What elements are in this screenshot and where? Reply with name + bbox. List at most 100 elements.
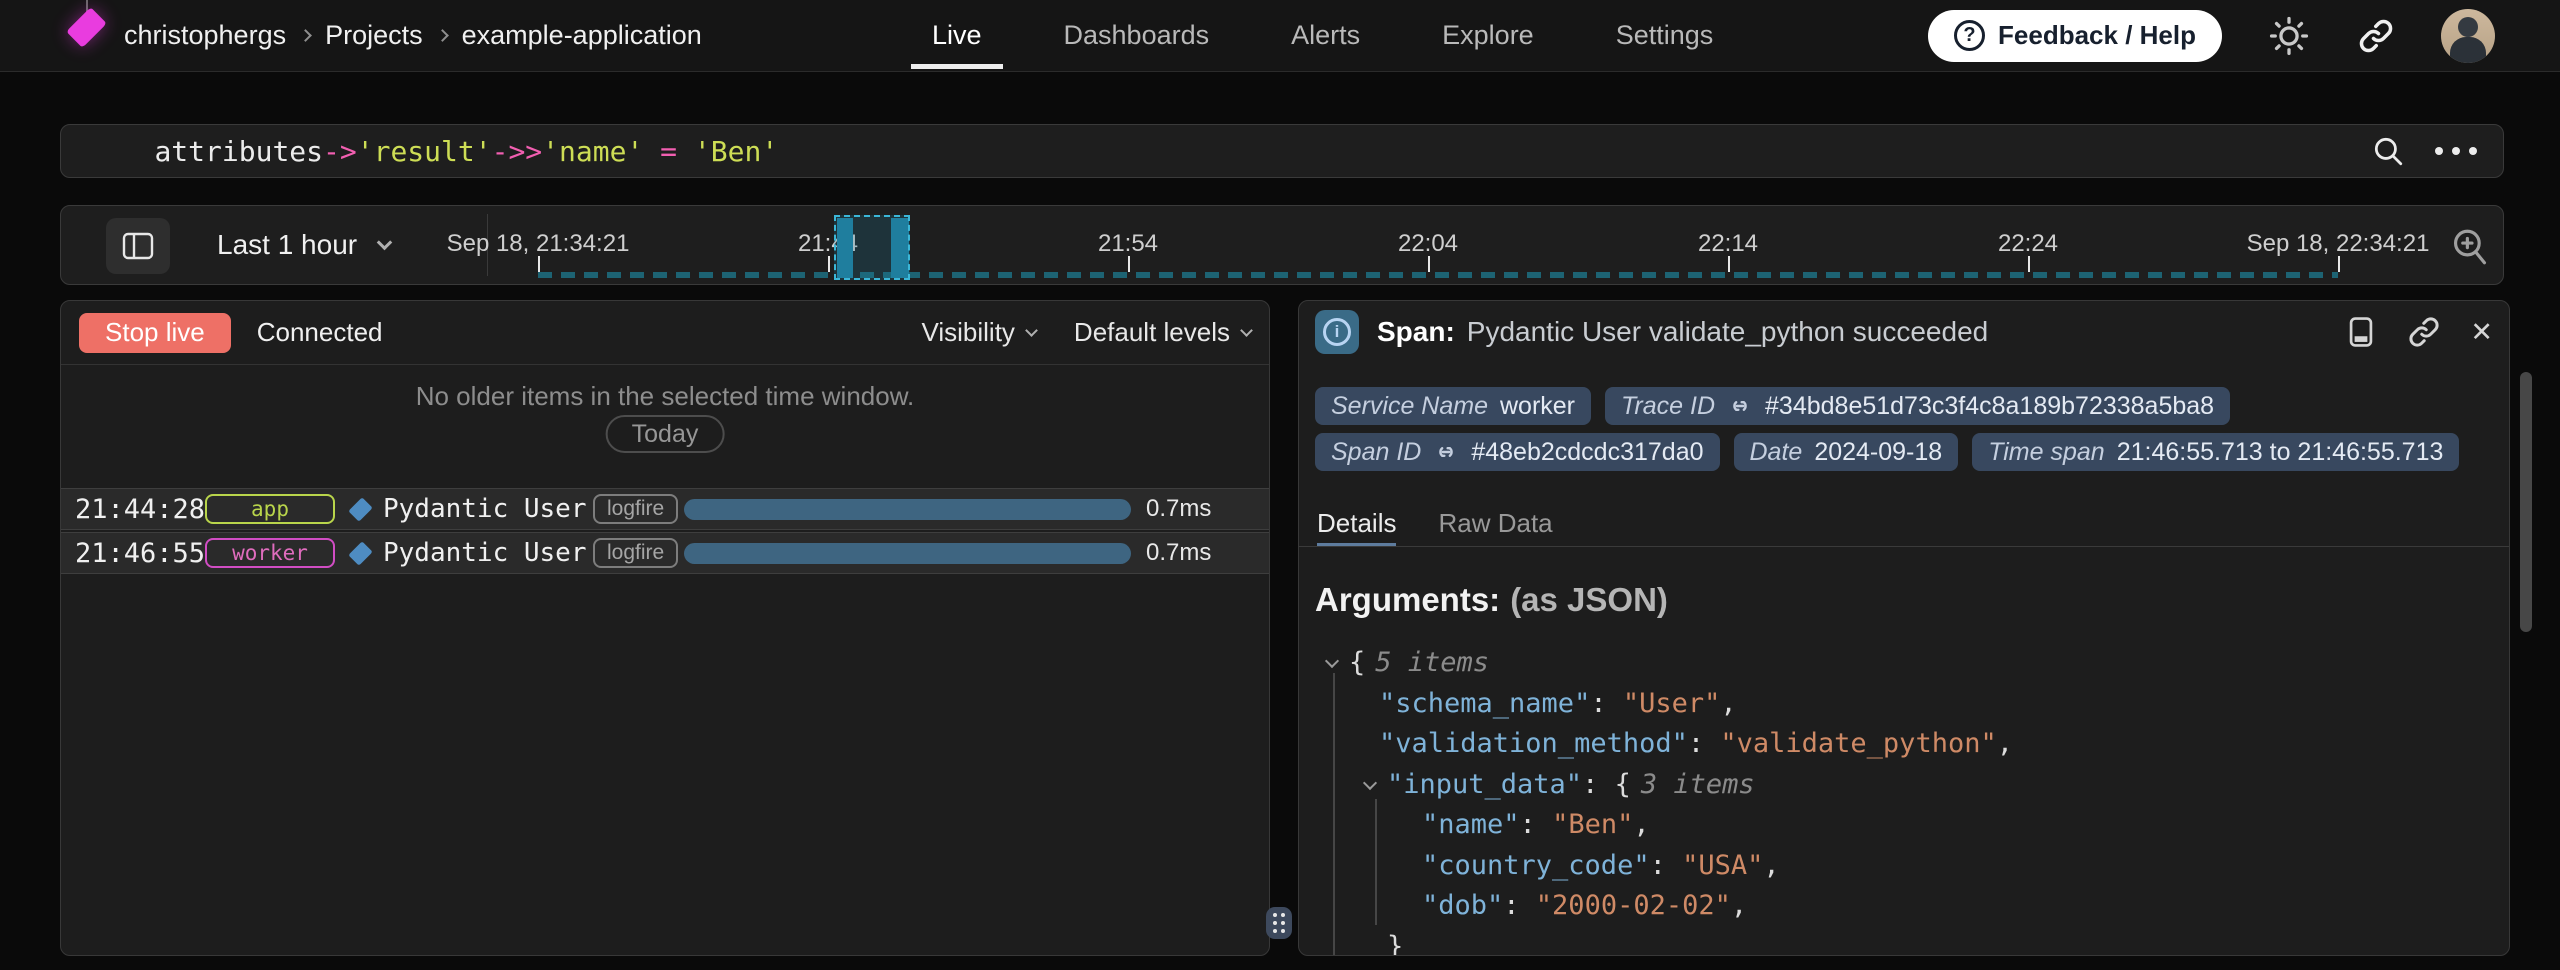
span-title: Pydantic User [383, 533, 587, 573]
query-expression: attributes->'result'->>'name' = 'Ben' [87, 102, 778, 201]
query-token: 'name' [542, 135, 643, 168]
copy-link-icon[interactable] [2406, 314, 2442, 350]
timeline-tick-label: 21:54 [1098, 230, 1158, 258]
theme-toggle-icon[interactable] [2267, 14, 2311, 58]
timeline-tick [538, 256, 540, 272]
span-row[interactable]: 21:46:55 worker Pydantic User logfire 0.… [61, 532, 1269, 574]
breadcrumb-org[interactable]: christophergs [124, 20, 286, 51]
scope-tag: logfire [593, 538, 678, 568]
query-token: -> [323, 135, 357, 168]
tab-explore[interactable]: Explore [1442, 20, 1534, 51]
breadcrumb-section[interactable]: Projects [325, 20, 423, 51]
panel-resize-handle[interactable] [1266, 907, 1292, 939]
span-meta-badges-row: Service Name worker Trace ID #34bd8e51d7… [1315, 387, 2493, 425]
timeline-bar: Last 1 hour Sep 18, 21:34:21 21:44 21:54… [60, 205, 2504, 285]
close-icon[interactable]: ✕ [2470, 319, 2493, 346]
stop-live-button[interactable]: Stop live [79, 313, 231, 353]
connection-status: Connected [257, 317, 383, 348]
time-span-badge: Time span 21:46:55.713 to 21:46:55.713 [1972, 433, 2459, 471]
date-badge: Date 2024-09-18 [1734, 433, 1959, 471]
info-icon: i [1315, 310, 1359, 354]
timeline-end-label: Sep 18, 22:34:21 [2247, 230, 2430, 258]
breadcrumb-separator-icon [299, 29, 312, 42]
top-bar: christophergs Projects example-applicati… [0, 0, 2560, 72]
live-view-panel: Stop live Connected Visibility Default l… [60, 300, 1270, 956]
span-row[interactable]: 21:44:28 app Pydantic User logfire 0.7ms [61, 488, 1269, 530]
service-name-badge: Service Name worker [1315, 387, 1591, 425]
scope-tag: logfire [593, 494, 678, 524]
link-icon[interactable] [1727, 393, 1753, 419]
span-kind-diamond-icon [348, 497, 372, 521]
default-levels-label: Default levels [1074, 317, 1230, 348]
chevron-down-icon [1025, 324, 1038, 337]
json-tree: {5 items "schema_name": "User", "validat… [1315, 643, 2493, 956]
json-root-line: {5 items [1315, 643, 2493, 684]
timeline-tick [828, 256, 830, 272]
service-tag: worker [205, 538, 335, 568]
timeline-tick [1428, 256, 1430, 272]
timeline-tick-label: 22:14 [1698, 230, 1758, 258]
visibility-dropdown[interactable]: Visibility [921, 317, 1035, 348]
chevron-down-icon [1240, 324, 1253, 337]
time-range-label: Last 1 hour [217, 229, 357, 261]
span-duration: 0.7ms [1146, 533, 1216, 573]
span-duration-bar [684, 499, 1131, 520]
dock-panel-icon[interactable] [2344, 315, 2378, 349]
service-tag: app [205, 494, 335, 524]
span-id-badge[interactable]: Span ID #48eb2cdcdc317da0 [1315, 433, 1720, 471]
detail-tabs: Details Raw Data [1299, 503, 2509, 547]
span-title: Pydantic User [383, 489, 587, 529]
json-line: "validation_method": "validate_python", [1315, 724, 2493, 765]
tab-dashboards[interactable]: Dashboards [1064, 20, 1210, 51]
feedback-help-button[interactable]: ? Feedback / Help [1928, 10, 2222, 62]
json-line: "input_data": {3 items [1315, 765, 2493, 806]
chevron-down-icon [377, 235, 393, 251]
tab-details[interactable]: Details [1317, 503, 1396, 546]
feedback-help-label: Feedback / Help [1998, 20, 2196, 51]
more-options-icon[interactable] [2435, 147, 2477, 155]
link-icon[interactable] [1433, 439, 1459, 465]
logfire-logo-icon[interactable] [66, 7, 107, 48]
tab-settings[interactable]: Settings [1616, 20, 1714, 51]
json-line: "dob": "2000-02-02", [1315, 886, 2493, 927]
sidebar-toggle-button[interactable] [106, 218, 170, 274]
tab-raw-data[interactable]: Raw Data [1438, 503, 1552, 546]
timeline-selection-brush[interactable] [834, 215, 910, 280]
collapse-caret-icon[interactable] [1363, 775, 1377, 789]
search-icon[interactable] [2371, 134, 2405, 168]
json-line: } [1315, 927, 2493, 957]
today-button[interactable]: Today [606, 415, 725, 453]
breadcrumb-project[interactable]: example-application [462, 20, 702, 51]
default-levels-dropdown[interactable]: Default levels [1074, 317, 1251, 348]
span-meta-badges-row: Span ID #48eb2cdcdc317da0 Date 2024-09-1… [1315, 433, 2493, 471]
time-range-selector[interactable]: Last 1 hour [217, 206, 390, 284]
tab-live[interactable]: Live [932, 20, 982, 51]
span-time: 21:46:55 [75, 533, 205, 573]
breadcrumb: christophergs Projects example-applicati… [124, 0, 702, 71]
tab-alerts[interactable]: Alerts [1291, 20, 1360, 51]
breadcrumb-separator-icon [436, 29, 449, 42]
zoom-in-icon[interactable] [2449, 226, 2491, 268]
query-token: 'Ben' [694, 135, 778, 168]
query-input[interactable]: attributes->'result'->>'name' = 'Ben' [60, 124, 2504, 178]
arguments-heading: Arguments:(as JSON) [1315, 581, 1668, 619]
query-token: = [643, 135, 694, 168]
span-time: 21:44:28 [75, 489, 205, 529]
page-scrollbar-thumb[interactable] [2520, 372, 2532, 632]
span-duration: 0.7ms [1146, 489, 1216, 529]
timeline-tick [1128, 256, 1130, 272]
empty-window-message: No older items in the selected time wind… [61, 381, 1269, 412]
live-view-header: Stop live Connected Visibility Default l… [61, 301, 1269, 365]
query-token: attributes [154, 135, 323, 168]
share-link-icon[interactable] [2356, 16, 2396, 56]
timeline-tick [2338, 256, 2340, 272]
user-avatar[interactable] [2441, 9, 2495, 63]
trace-id-badge[interactable]: Trace ID #34bd8e51d73c3f4c8a189b72338a5b… [1605, 387, 2230, 425]
timeline-start-label: Sep 18, 21:34:21 [447, 230, 630, 258]
json-line: "name": "Ben", [1315, 805, 2493, 846]
collapse-caret-icon[interactable] [1325, 654, 1339, 668]
top-right-actions: ? Feedback / Help [1928, 0, 2495, 71]
query-token: ->> [492, 135, 543, 168]
json-line: "country_code": "USA", [1315, 846, 2493, 887]
span-duration-bar [684, 543, 1131, 564]
